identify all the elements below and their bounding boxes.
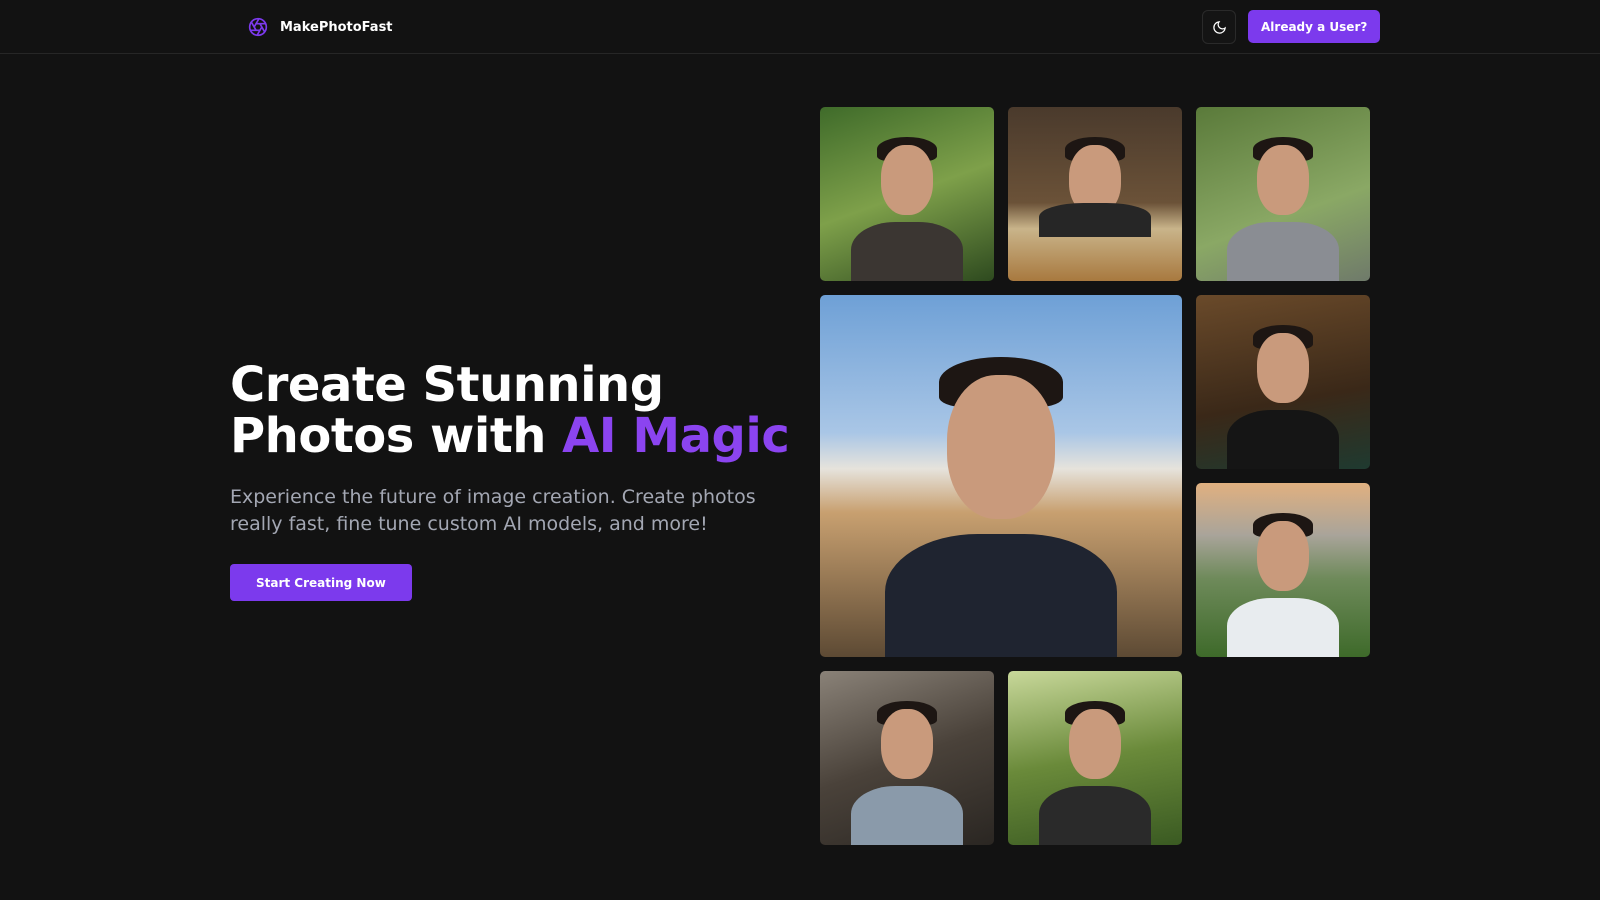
gallery-photo-park xyxy=(1008,671,1182,845)
hero-section: Create Stunning Photos with AI Magic Expe… xyxy=(230,360,790,601)
photo-gallery xyxy=(820,107,1370,845)
hero-subtitle: Experience the future of image creation.… xyxy=(230,486,756,535)
aperture-icon xyxy=(248,17,268,37)
brand-logo[interactable]: MakePhotoFast xyxy=(248,17,393,37)
title-line-1: Create Stunning xyxy=(230,357,664,413)
top-nav: MakePhotoFast Already a User? xyxy=(0,0,1600,54)
gallery-photo-garden xyxy=(820,107,994,281)
title-line-2: Photos with xyxy=(230,408,563,464)
start-creating-button[interactable]: Start Creating Now xyxy=(230,564,412,601)
gallery-photo-casino xyxy=(1196,295,1370,469)
gallery-photo-lake xyxy=(1196,483,1370,657)
gallery-photo-interior xyxy=(820,671,994,845)
gallery-photo-outdoor xyxy=(1196,107,1370,281)
moon-icon xyxy=(1212,20,1226,34)
title-accent: AI Magic xyxy=(562,408,790,464)
already-user-button[interactable]: Already a User? xyxy=(1248,10,1381,43)
brand-name: MakePhotoFast xyxy=(280,19,393,35)
gallery-photo-map-desk xyxy=(1008,107,1182,281)
theme-toggle-button[interactable] xyxy=(1202,10,1236,44)
gallery-photo-mountain-selfie xyxy=(820,295,1182,657)
hero-title: Create Stunning Photos with AI Magic xyxy=(230,360,790,462)
